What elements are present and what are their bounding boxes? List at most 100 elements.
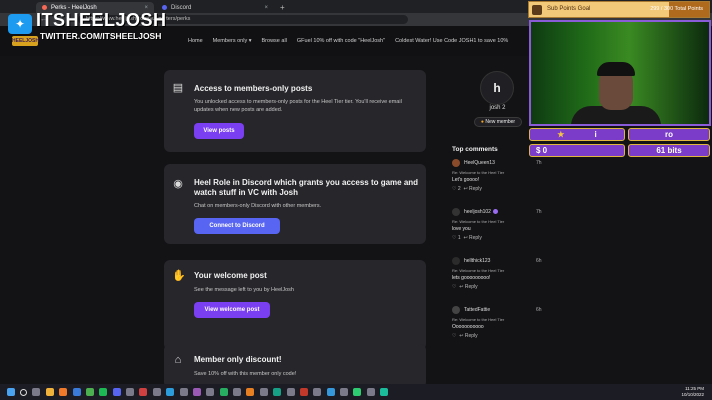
taskbar-app-icon[interactable]	[206, 388, 215, 396]
chevron-down-icon: ▾	[248, 38, 252, 44]
comment-actions: ♡ ↩ Reply	[452, 284, 478, 290]
edge-icon[interactable]	[72, 388, 81, 396]
overlay-alert-text: i	[594, 130, 597, 139]
tab-discord[interactable]: Discord ×	[156, 2, 274, 13]
perk-title: Heel Role in Discord which grants you ac…	[194, 178, 419, 197]
perk-card-discount: ⌂ Member only discount! Save 10% off wit…	[164, 344, 426, 388]
overlay-alert-name: ★ i	[529, 128, 625, 141]
taskbar-app-icon[interactable]	[139, 388, 148, 396]
tab-label: Discord	[171, 4, 192, 11]
comment-context[interactable]: Re: Welcome to the Heel Tier	[452, 268, 504, 273]
reply-button[interactable]: Reply	[465, 333, 478, 339]
connect-to-discord-button[interactable]: Connect to Discord	[194, 218, 280, 234]
comment-text: love you	[452, 226, 471, 232]
tab-close-icon[interactable]: ×	[264, 5, 268, 11]
nav-home[interactable]: Home	[188, 38, 203, 44]
comment-context[interactable]: Re: Welcome to the Heel Tier	[452, 170, 504, 175]
twitter-handle: TWITTER.COM/ITSHEELJOSH	[40, 31, 162, 41]
search-icon[interactable]	[20, 388, 28, 396]
comment-user[interactable]: TattedFattie	[464, 307, 490, 313]
reply-icon: ↩	[459, 284, 464, 290]
comment-user[interactable]: HeelQueen13	[464, 160, 495, 166]
perk-card-discord: ◉ Heel Role in Discord which grants you …	[164, 164, 426, 244]
chrome-icon[interactable]	[85, 388, 94, 396]
avatar[interactable]	[452, 208, 460, 216]
view-posts-button[interactable]: View posts	[194, 123, 244, 139]
reply-button[interactable]: Reply	[465, 284, 478, 290]
taskbar-app-icon[interactable]	[380, 388, 389, 396]
goal-label: Sub Points Goal	[547, 6, 591, 12]
taskbar-app-icon[interactable]	[259, 388, 268, 396]
tag-icon: ⌂	[174, 354, 182, 366]
comment-user[interactable]: heeljosh102	[464, 209, 498, 215]
comment-context[interactable]: Re: Welcome to the Heel Tier	[452, 317, 504, 322]
comment-text: Ooooooooooo	[452, 324, 484, 330]
perk-description: You unlocked access to members-only post…	[194, 99, 402, 113]
comment-user-label: heeljosh102	[464, 209, 491, 215]
taskbar-app-icon[interactable]	[126, 388, 135, 396]
perk-card-welcome: ✋ Your welcome post See the message left…	[164, 260, 426, 350]
taskbar-app-icon[interactable]	[340, 388, 349, 396]
comment-item: HeelQueen13 7h Re: Welcome to the Heel T…	[452, 159, 544, 204]
taskbar-app-icon[interactable]	[353, 388, 362, 396]
like-count: 1	[457, 235, 461, 241]
like-count: 2	[457, 186, 461, 192]
comment-time: 7h	[536, 209, 542, 215]
heart-icon[interactable]: ♡	[452, 186, 456, 192]
avatar[interactable]	[452, 306, 460, 314]
heart-icon[interactable]: ♡	[452, 333, 456, 339]
system-clock[interactable]: 11:25 PM 10/10/2022	[681, 386, 704, 398]
view-welcome-post-button[interactable]: View welcome post	[194, 302, 270, 318]
goal-icon	[532, 5, 542, 15]
nav-browse-all[interactable]: Browse all	[262, 38, 287, 44]
perk-description: Chat on members-only Discord with other …	[194, 203, 322, 209]
taskbar-app-icon[interactable]	[179, 388, 188, 396]
windows-start-icon[interactable]	[6, 388, 15, 396]
reply-button[interactable]: Reply	[469, 235, 482, 241]
comment-context[interactable]: Re: Welcome to the Heel Tier	[452, 219, 504, 224]
screen: Perks - HeelJosh × Discord × + ← → ↻ htt…	[0, 0, 712, 400]
taskbar-app-icon[interactable]	[286, 388, 295, 396]
document-icon: ▤	[172, 82, 184, 94]
taskbar-app-icon[interactable]	[246, 388, 255, 396]
new-member-badge: ● New member	[474, 117, 522, 127]
discord-icon: ◉	[173, 178, 183, 190]
file-explorer-icon[interactable]	[45, 388, 54, 396]
taskbar-app-icon[interactable]	[233, 388, 242, 396]
nav-gfuel[interactable]: GFuel 10% off with code "HeelJosh"	[297, 38, 385, 44]
comment-actions: ♡ 2 ↩ Reply	[452, 186, 482, 192]
heart-icon[interactable]: ♡	[452, 284, 456, 290]
taskbar-app-icon[interactable]	[299, 388, 308, 396]
comment-time: 6h	[536, 307, 542, 313]
discord-icon[interactable]	[112, 388, 121, 396]
star-icon: ★	[557, 130, 565, 139]
taskbar-app-icon[interactable]	[366, 388, 375, 396]
comment-item: hellthick123 6h Re: Welcome to the Heel …	[452, 257, 544, 302]
top-comments-title: Top comments	[452, 146, 498, 153]
firefox-icon[interactable]	[59, 388, 68, 396]
wave-hand-icon: ✋	[172, 270, 186, 282]
spotify-icon[interactable]	[99, 388, 108, 396]
nav-coldest-water[interactable]: Coldest Water! Use Code JOSH1 to save 10…	[395, 38, 508, 44]
nav-members-only[interactable]: Members only ▾	[213, 38, 252, 44]
reply-button[interactable]: Reply	[469, 186, 482, 192]
taskbar-app-icon[interactable]	[32, 388, 41, 396]
avatar[interactable]: h	[480, 71, 514, 105]
taskbar-app-icon[interactable]	[192, 388, 201, 396]
goal-value: 299 / 300 Total Points	[650, 6, 703, 12]
taskbar-app-icon[interactable]	[326, 388, 335, 396]
new-tab-button[interactable]: +	[276, 2, 289, 13]
taskbar-app-icon[interactable]	[219, 388, 228, 396]
avatar[interactable]	[452, 257, 460, 265]
taskbar-app-icon[interactable]	[166, 388, 175, 396]
comment-user[interactable]: hellthick123	[464, 258, 490, 264]
comment-text: Let's goooo!	[452, 177, 480, 183]
clock-date: 10/10/2022	[681, 392, 704, 397]
overlay-alert-donation: $ 0	[529, 144, 625, 157]
taskbar-app-icon[interactable]	[273, 388, 282, 396]
taskbar-app-icon[interactable]	[313, 388, 322, 396]
avatar[interactable]	[452, 159, 460, 167]
taskbar-app-icon[interactable]	[152, 388, 161, 396]
comment-time: 7h	[536, 160, 542, 166]
heart-icon[interactable]: ♡	[452, 235, 456, 241]
